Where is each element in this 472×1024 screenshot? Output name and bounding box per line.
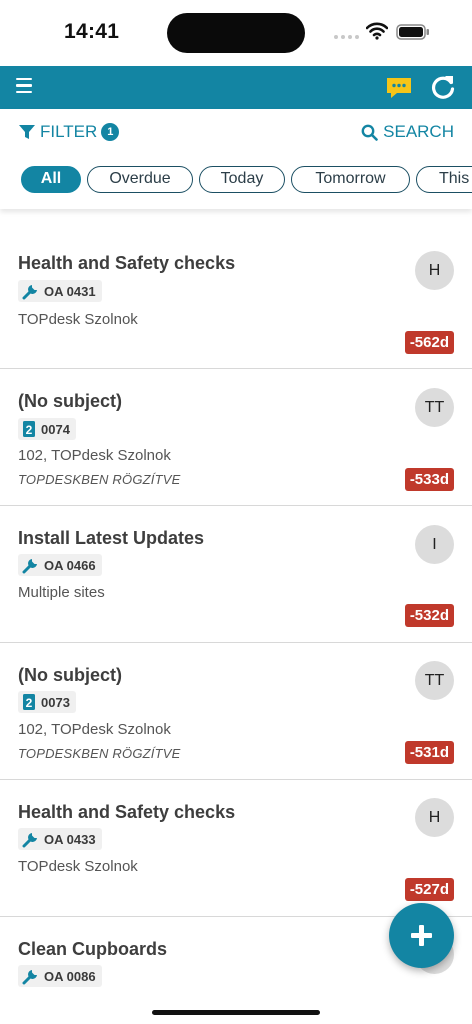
item-title: Health and Safety checks [18, 802, 236, 822]
app-header [0, 66, 472, 109]
overdue-badge: -532d [404, 604, 454, 627]
item-tag: OA 0466 [18, 554, 102, 576]
list-item[interactable]: Install Latest Updates OA 0466 Multiple … [0, 506, 472, 643]
wrench-icon [22, 284, 37, 299]
search-label: SEARCH [383, 122, 454, 141]
add-button[interactable] [389, 903, 454, 968]
avatar: H [415, 251, 454, 290]
list-item[interactable]: (No subject) 2 0073 102, TOPdesk Szolnok… [0, 643, 472, 780]
svg-text:2: 2 [26, 423, 33, 437]
wrench-icon [22, 969, 37, 984]
chip-overdue[interactable]: Overdue [87, 166, 193, 193]
item-location: Multiple sites [18, 584, 105, 601]
avatar: TT [415, 661, 454, 700]
battery-icon [396, 24, 429, 40]
filter-button[interactable]: FILTER 1 [18, 122, 120, 142]
svg-text:2: 2 [26, 696, 33, 710]
item-tag: OA 0431 [18, 280, 102, 302]
item-tag-text: OA 0433 [44, 831, 96, 847]
chip-tomorrow[interactable]: Tomorrow [291, 166, 410, 193]
filter-chips: All Overdue Today Tomorrow This [0, 166, 472, 196]
item-tag-text: 0074 [41, 421, 70, 437]
filter-bar: FILTER 1 SEARCH All Overdue Today Tomorr… [0, 109, 472, 209]
avatar: I [415, 525, 454, 564]
search-icon [361, 124, 378, 141]
avatar: TT [415, 388, 454, 427]
wrench-icon [22, 832, 37, 847]
list-item[interactable]: Health and Safety checks OA 0433 TOPdesk… [0, 780, 472, 917]
number-2-icon: 2 [23, 421, 35, 437]
hamburger-icon[interactable] [16, 78, 34, 96]
overdue-badge: -531d [404, 741, 454, 764]
number-2-icon: 2 [23, 694, 35, 710]
item-tag-text: OA 0466 [44, 557, 96, 573]
wrench-icon [22, 558, 37, 573]
funnel-icon [19, 125, 35, 139]
list-item[interactable]: (No subject) 2 0074 102, TOPdesk Szolnok… [0, 369, 472, 506]
item-tag: 2 0074 [18, 418, 76, 440]
refresh-icon[interactable] [430, 74, 456, 100]
item-title: Clean Cupboards [18, 939, 168, 959]
item-tag: OA 0086 [18, 965, 102, 987]
home-indicator[interactable] [152, 1010, 320, 1015]
item-tag: 2 0073 [18, 691, 76, 713]
item-location: TOPdesk Szolnok [18, 858, 138, 875]
item-tag-text: 0073 [41, 694, 70, 710]
chat-bubble-icon[interactable] [385, 75, 413, 101]
item-title: Install Latest Updates [18, 528, 205, 548]
item-tag-text: OA 0431 [44, 283, 96, 299]
chip-all[interactable]: All [21, 166, 81, 193]
item-tag: OA 0433 [18, 828, 102, 850]
item-status: TOPDESKBEN RÖGZÍTVE [18, 746, 181, 761]
status-bar: 14:41 [0, 0, 472, 66]
chip-this[interactable]: This [416, 166, 472, 193]
wifi-icon [366, 22, 388, 40]
list-item[interactable]: Health and Safety checks OA 0431 TOPdesk… [0, 232, 472, 369]
item-location: 102, TOPdesk Szolnok [18, 721, 171, 738]
chip-today[interactable]: Today [199, 166, 285, 193]
item-location: TOPdesk Szolnok [18, 311, 138, 328]
filter-label: FILTER [40, 122, 98, 141]
avatar: H [415, 798, 454, 837]
item-location: 102, TOPdesk Szolnok [18, 447, 171, 464]
overdue-badge: -533d [404, 468, 454, 491]
overdue-badge: -562d [404, 331, 454, 354]
item-title: Health and Safety checks [18, 253, 236, 273]
item-title: (No subject) [18, 665, 123, 685]
dynamic-island [167, 13, 305, 53]
search-button[interactable]: SEARCH [361, 122, 454, 142]
filter-count-badge: 1 [101, 123, 120, 141]
item-status: TOPDESKBEN RÖGZÍTVE [18, 472, 181, 487]
item-title: (No subject) [18, 391, 123, 411]
cellular-signal-icon [334, 35, 359, 39]
status-time: 14:41 [64, 20, 120, 43]
item-tag-text: OA 0086 [44, 968, 96, 984]
overdue-badge: -527d [404, 878, 454, 901]
